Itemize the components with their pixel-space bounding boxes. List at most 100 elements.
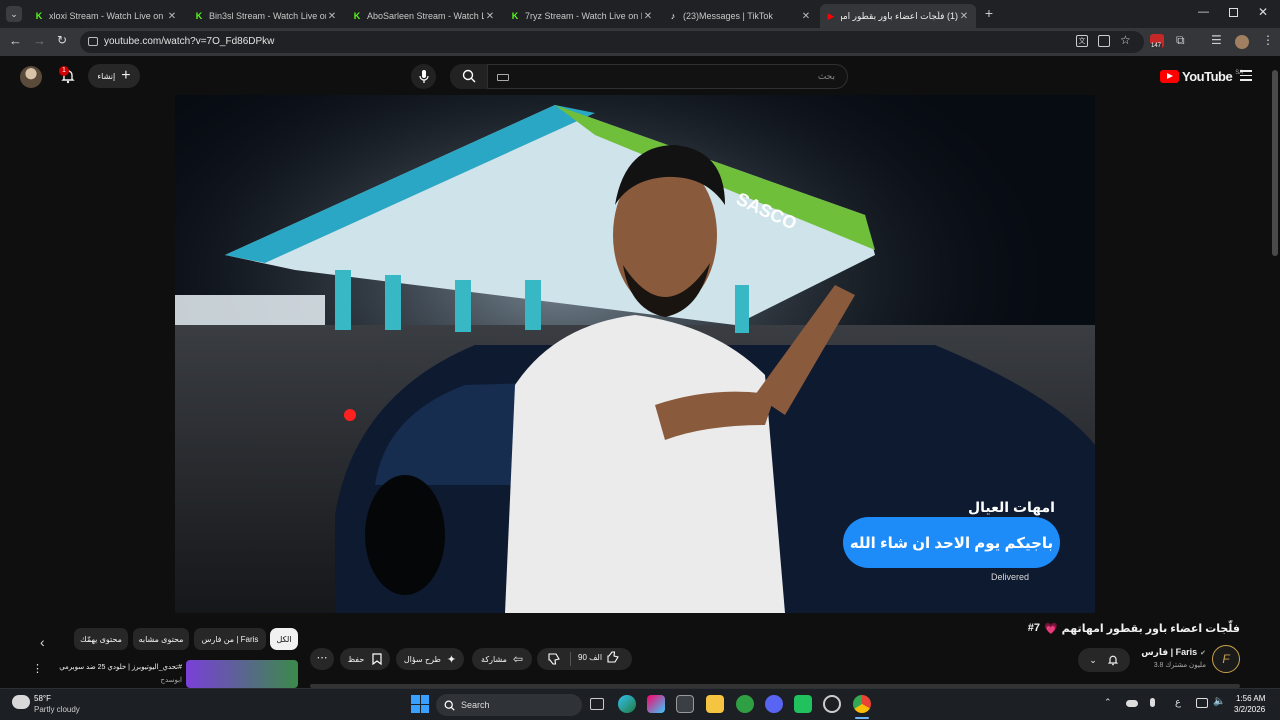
extensions-puzzle-icon[interactable]: ⧉ <box>1176 33 1185 48</box>
close-window-icon[interactable]: ✕ <box>1258 5 1268 19</box>
reading-list-icon[interactable]: ☰ <box>1211 33 1222 47</box>
tab-search-button[interactable]: ⌄ <box>6 6 22 22</box>
youtube-header: 1 إنشاء + بحث YouTube SA <box>0 56 1280 96</box>
browser-menu-icon[interactable]: ⋮ <box>1262 33 1274 47</box>
site-info-icon[interactable] <box>88 37 98 46</box>
video-title-text: فلّجات اعضاء باور بقطور امهاتهم <box>1061 623 1240 635</box>
weather-icon[interactable] <box>12 695 30 709</box>
share-label: مشاركة <box>481 654 507 664</box>
tray-chevron-icon[interactable]: ⌃ <box>1104 697 1112 708</box>
discord-icon[interactable] <box>765 695 783 713</box>
page-scrollbar[interactable] <box>1272 70 1278 256</box>
copilot-icon[interactable] <box>647 695 665 713</box>
create-button[interactable]: إنشاء + <box>88 64 140 88</box>
store-icon[interactable] <box>676 695 694 713</box>
restore-icon[interactable] <box>1229 8 1238 17</box>
tab-close-icon[interactable]: ✕ <box>958 11 970 22</box>
new-tab-icon[interactable]: + <box>982 6 996 20</box>
app-green-icon[interactable] <box>794 695 812 713</box>
voice-search-button[interactable] <box>411 64 436 89</box>
file-explorer-icon[interactable] <box>706 695 724 713</box>
like-button[interactable]: 90 الف <box>578 651 620 664</box>
chevron-down-icon: ⌄ <box>1089 654 1097 665</box>
clock-date[interactable]: 3/2/2026 <box>1234 705 1265 714</box>
tray-mic-icon[interactable] <box>1150 698 1155 707</box>
chips-prev-icon[interactable]: ‹ <box>40 634 45 650</box>
chrome-icon[interactable] <box>853 695 871 713</box>
subscriber-count: 3.8 مليون مشترك <box>1153 662 1206 669</box>
windows-taskbar: 58°F Partly cloudy Search ⌃ ع 🔈 1:56 AM … <box>0 688 1280 720</box>
browser-tab-label: Bin3sl Stream - Watch Live on Kick <box>209 11 326 21</box>
url-text: youtube.com/watch?v=7O_Fd86DPkw <box>104 36 275 47</box>
bell-icon <box>1107 655 1118 666</box>
volume-icon[interactable]: 🔈 <box>1213 696 1225 707</box>
start-windows-icon[interactable] <box>411 695 429 713</box>
chat-delivered-status: Delivered <box>991 572 1030 582</box>
search-placeholder: بحث <box>817 71 835 81</box>
profile-avatar[interactable] <box>1235 35 1249 49</box>
network-icon[interactable] <box>1196 698 1208 708</box>
channel-name[interactable]: فارس | Faris ✔ <box>1141 647 1206 658</box>
task-view-icon[interactable] <box>590 698 604 710</box>
browser-tab-strip: ⌄ Kxloxi Stream - Watch Live on Kick✕ K Bi… <box>0 0 1280 28</box>
browser-tab[interactable]: K AboSarleen Stream - Watch Live on Kick✕ <box>346 4 502 28</box>
address-bar[interactable]: youtube.com/watch?v=7O_Fd86DPkw 文 ☆ <box>80 31 1144 53</box>
tab-close-icon[interactable]: ✕ <box>642 11 654 22</box>
dislike-button[interactable] <box>548 652 561 668</box>
chip-related[interactable]: محتوى مشابه <box>133 628 189 650</box>
plus-icon: + <box>121 67 131 84</box>
youtube-logo[interactable]: YouTube SA <box>1160 69 1243 84</box>
chip-all[interactable]: الكل <box>270 628 298 650</box>
onedrive-icon[interactable] <box>1126 700 1138 707</box>
back-icon[interactable]: ← <box>9 33 22 48</box>
minimize-icon[interactable]: — <box>1198 6 1209 18</box>
tab-close-icon[interactable]: ✕ <box>166 11 178 22</box>
browser-tab[interactable]: K 7ryz Stream - Watch Live on Kick✕ <box>504 4 660 28</box>
account-avatar[interactable] <box>20 66 42 88</box>
chat-message-bubble: باجيكم يوم الاحد ان شاء الله <box>843 517 1060 568</box>
chip-from-channel[interactable]: من فارس | Faris <box>194 628 266 650</box>
install-app-icon[interactable] <box>1098 35 1110 47</box>
reload-icon[interactable]: ↻ <box>57 33 67 47</box>
forward-icon[interactable]: → <box>33 33 46 48</box>
save-button[interactable]: حفظ <box>340 648 390 670</box>
video-player[interactable]: SASCO امهات العيال باجيكم يوم الاحد ان ش… <box>175 95 1095 613</box>
settings-icon[interactable] <box>823 695 841 713</box>
browser-tab[interactable]: Kxloxi Stream - Watch Live on Kick✕ <box>28 4 184 28</box>
clock-time[interactable]: 1:56 AM <box>1236 694 1265 703</box>
bookmark-icon <box>372 653 382 665</box>
ask-label: طرح سؤال <box>403 654 441 664</box>
edge-browser-icon[interactable] <box>618 695 636 713</box>
recommendation-thumbnail[interactable] <box>186 660 298 688</box>
xbox-icon[interactable] <box>736 695 754 713</box>
weather-desc: Partly cloudy <box>34 705 80 714</box>
search-button[interactable] <box>450 64 488 89</box>
search-input[interactable]: بحث <box>450 64 848 89</box>
channel-avatar[interactable]: F <box>1212 645 1240 673</box>
browser-tab[interactable]: ♪ (23)Messages | TikTok ✕ <box>662 4 818 28</box>
browser-tab[interactable]: ▶ (1) فلّجات اعضاء باور بقطور امهاتهم✕ <box>820 4 976 28</box>
guide-menu-icon[interactable] <box>1240 70 1252 81</box>
taskbar-search-box[interactable]: Search <box>436 694 582 716</box>
browser-tab[interactable]: K Bin3sl Stream - Watch Live on Kick✕ <box>188 4 344 28</box>
chip-fyi[interactable]: محتوى يهمّك <box>74 628 128 650</box>
recommendation-menu-icon[interactable]: ⋮ <box>32 662 43 675</box>
notification-bell-button[interactable]: ⌄ <box>1078 648 1130 672</box>
browser-tab-label: xloxi Stream - Watch Live on Kick <box>49 11 166 21</box>
save-label: حفظ <box>347 654 365 664</box>
translate-icon[interactable]: 文 <box>1076 35 1088 47</box>
kick-icon: K <box>195 11 203 21</box>
tab-close-icon[interactable]: ✕ <box>800 11 812 22</box>
input-language[interactable]: ع <box>1175 697 1181 708</box>
more-actions-button[interactable]: ⋯ <box>310 648 334 670</box>
bookmark-star-icon[interactable]: ☆ <box>1120 33 1131 47</box>
verified-icon: ✔ <box>1200 649 1206 657</box>
keyboard-icon[interactable] <box>497 74 509 81</box>
ask-button[interactable]: طرح سؤال ✦ <box>396 648 464 670</box>
tab-close-icon[interactable]: ✕ <box>484 11 496 22</box>
recommendation-title[interactable]: #تحدي_اليوتيوبرز | خلودي 25 ضد سوبرمي <box>46 663 182 671</box>
youtube-play-icon <box>1160 70 1179 83</box>
share-button[interactable]: مشاركة ⇦ <box>472 648 532 670</box>
youtube-icon: ▶ <box>827 10 835 21</box>
tab-close-icon[interactable]: ✕ <box>326 11 338 22</box>
